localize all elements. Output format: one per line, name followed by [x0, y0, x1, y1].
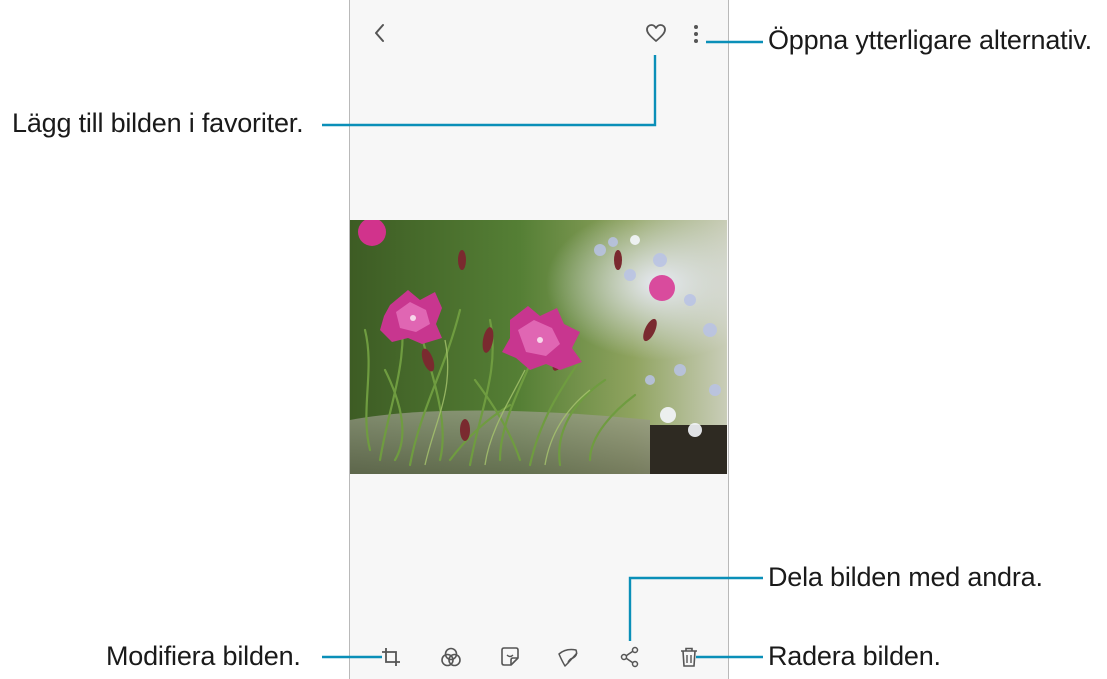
callout-edit: Modifiera bilden. — [106, 641, 301, 671]
callout-delete: Radera bilden. — [768, 641, 941, 671]
crop-rotate-icon[interactable] — [380, 646, 402, 668]
annotated-screenshot: Öppna ytterligare alternativ. Lägg till … — [0, 0, 1107, 679]
favorite-heart-icon[interactable] — [645, 23, 667, 43]
paint-brush-icon[interactable] — [556, 646, 580, 668]
flower-photo[interactable] — [350, 220, 727, 474]
filter-circles-icon[interactable] — [440, 646, 462, 668]
back-icon[interactable] — [372, 22, 388, 44]
gallery-image-viewer — [349, 0, 729, 679]
callout-more-options: Öppna ytterligare alternativ. — [768, 25, 1092, 55]
sticker-icon[interactable] — [499, 646, 521, 668]
callout-add-favorite: Lägg till bilden i favoriter. — [12, 108, 304, 138]
callout-share: Dela bilden med andra. — [768, 562, 1043, 592]
trash-icon[interactable] — [678, 646, 700, 668]
more-options-icon[interactable] — [692, 24, 700, 44]
share-icon[interactable] — [619, 646, 641, 668]
